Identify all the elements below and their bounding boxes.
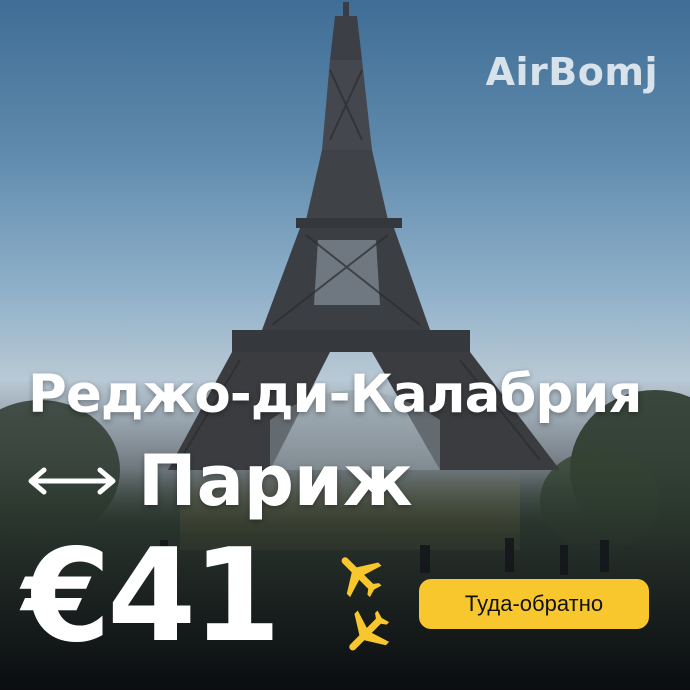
destination-city: Париж [138,440,413,522]
airplane-icon [341,557,382,598]
price-label: €41 [22,522,281,671]
airplane-icon [349,610,390,651]
round-trip-arrow-icon [28,467,116,495]
trip-type-badge[interactable]: Туда-обратно [419,579,649,629]
brand-logo: AirBomj [485,50,658,94]
origin-city: Реджо-ди-Калабрия [28,364,642,425]
flight-deal-card[interactable]: AirBomj Реджо-ди-Калабрия Париж €41 Туда… [0,0,690,690]
destination-row: Париж [26,440,413,522]
